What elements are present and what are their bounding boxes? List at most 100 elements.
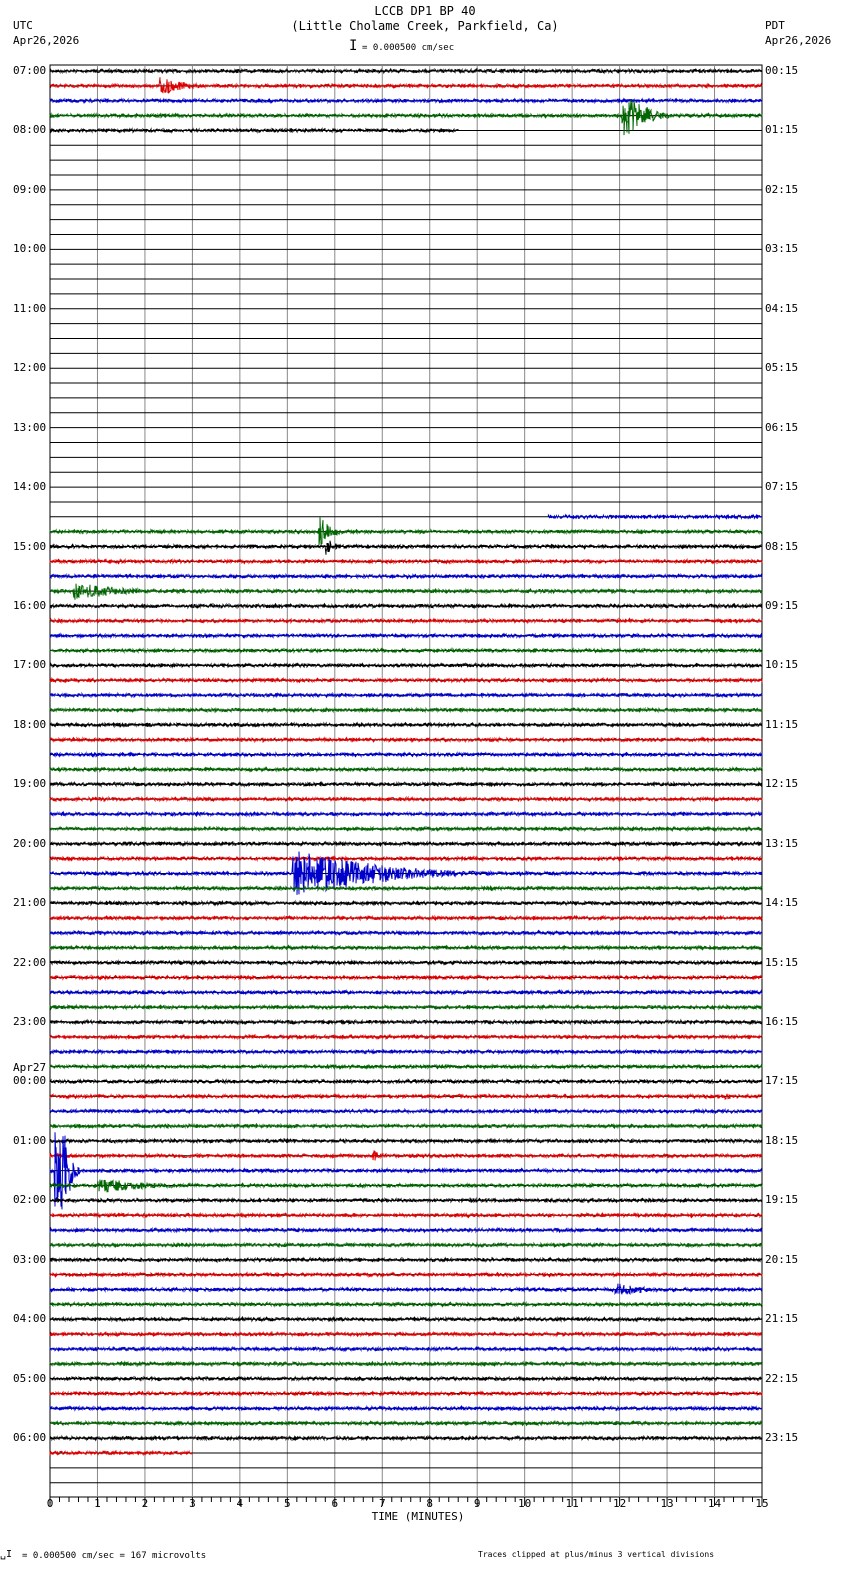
seismic-trace (49, 988, 763, 996)
right-time-label: 19:15 (765, 1193, 799, 1207)
right-time-label: 07:15 (765, 480, 799, 494)
left-time-label: 03:00 (13, 1252, 47, 1266)
left-time-label: 12:00 (13, 361, 47, 375)
x-tick-label: 14 (707, 1497, 722, 1510)
left-time-label: 17:00 (13, 658, 47, 672)
left-time-label: 13:00 (13, 420, 47, 434)
left-time-label: 21:00 (13, 896, 47, 910)
seismic-trace (49, 1404, 763, 1412)
left-time-label: 08:00 (13, 123, 47, 137)
seismic-trace (49, 1283, 763, 1296)
right-time-label: 04:15 (765, 301, 799, 315)
seismic-trace (49, 1419, 763, 1427)
right-time-label: 20:15 (765, 1252, 799, 1266)
helicorder-plot (49, 64, 763, 1506)
left-time-label: 10:00 (13, 242, 47, 256)
right-time-label: 10:15 (765, 658, 799, 672)
seismogram-page: LCCB DP1 BP 40 (Little Cholame Creek, Pa… (0, 0, 850, 1584)
x-tick-label: 7 (378, 1497, 386, 1510)
seismic-trace (49, 765, 763, 773)
seismic-trace (49, 929, 763, 937)
x-tick-label: 6 (331, 1497, 339, 1510)
right-time-label: 21:15 (765, 1312, 799, 1326)
seismic-trace (49, 1256, 763, 1264)
seismic-trace (49, 1211, 763, 1219)
right-time-label: 08:15 (765, 539, 799, 553)
left-time-label: 15:00 (13, 539, 47, 553)
right-time-label: 18:15 (765, 1133, 799, 1147)
seismic-trace (49, 1360, 762, 1368)
right-time-label: 15:15 (765, 955, 799, 969)
x-tick-label: 15 (755, 1497, 769, 1510)
right-time-label: 03:15 (765, 242, 799, 256)
right-time-label: 14:15 (765, 896, 799, 910)
right-time-label: 05:15 (765, 361, 799, 375)
seismic-trace (49, 706, 763, 714)
seismic-trace (49, 1300, 763, 1308)
right-time-label: 02:15 (765, 182, 799, 196)
seismic-trace (49, 1315, 763, 1323)
right-time-label: 22:15 (765, 1371, 799, 1385)
seismic-trace (49, 661, 763, 669)
right-time-label: 06:15 (765, 420, 799, 434)
seismic-trace (49, 647, 763, 655)
seismic-trace (49, 1345, 763, 1353)
seismic-trace (49, 1092, 763, 1100)
seismic-trace (49, 77, 763, 95)
right-time-label: 11:15 (765, 717, 799, 731)
seismic-trace (49, 1063, 763, 1071)
left-time-label: 14:00 (13, 480, 47, 494)
seismic-trace (49, 974, 763, 982)
left-time-label: 01:00 (13, 1133, 47, 1147)
seismic-trace (49, 795, 763, 803)
x-tick-label: 8 (426, 1497, 434, 1510)
x-tick-label: 2 (141, 1497, 149, 1510)
x-tick-label: 10 (518, 1497, 532, 1510)
seismic-trace (49, 1434, 763, 1442)
seismic-trace (49, 751, 763, 759)
left-time-label: 05:00 (13, 1371, 47, 1385)
right-time-label: 01:15 (765, 123, 799, 137)
date-change-label: Apr27 (13, 1061, 47, 1075)
right-time-label: 12:15 (765, 777, 799, 791)
x-tick-label: 9 (473, 1497, 481, 1510)
footer-scale-icon: ␣I (0, 1549, 13, 1560)
right-time-label: 09:15 (765, 598, 799, 612)
right-time-label: 17:15 (765, 1074, 799, 1088)
seismic-trace (49, 884, 763, 892)
x-tick-label: 5 (284, 1497, 291, 1510)
seismic-trace (49, 572, 763, 580)
seismic-trace (49, 899, 763, 907)
seismic-trace (49, 602, 763, 610)
left-time-label: 22:00 (13, 955, 47, 969)
left-time-label: 09:00 (13, 182, 47, 196)
x-tick-label: 1 (94, 1497, 101, 1510)
right-time-label: 23:15 (765, 1431, 799, 1445)
footer-scale: = 0.000500 cm/sec = 167 microvolts (22, 1551, 207, 1561)
seismic-trace (49, 691, 763, 699)
left-time-label: 04:00 (13, 1312, 47, 1326)
left-time-label: 02:00 (13, 1193, 47, 1207)
seismic-trace (49, 944, 763, 952)
seismic-trace (49, 1018, 763, 1026)
x-tick-label: 11 (565, 1497, 579, 1510)
seismic-trace (49, 1375, 763, 1383)
x-tick-label: 13 (660, 1497, 674, 1510)
left-time-label: 20:00 (13, 836, 47, 850)
left-time-label: 07:00 (13, 64, 47, 77)
seismic-trace (49, 1150, 763, 1161)
seismic-trace (49, 632, 763, 640)
left-time-label: 16:00 (13, 598, 47, 612)
left-time-label: 23:00 (13, 1015, 47, 1029)
seismic-trace (49, 1137, 763, 1145)
seismic-trace (49, 676, 763, 684)
right-time-label: 16:15 (765, 1015, 799, 1029)
x-axis-label: TIME (MINUTES) (371, 1510, 465, 1523)
x-tick-label: 3 (189, 1497, 196, 1510)
seismic-trace (49, 855, 763, 863)
seismic-trace (49, 1003, 763, 1011)
x-tick-label: 4 (236, 1497, 244, 1510)
seismic-trace (49, 1449, 193, 1457)
x-tick-label: 0 (46, 1497, 54, 1510)
plot-frame (49, 64, 763, 1498)
